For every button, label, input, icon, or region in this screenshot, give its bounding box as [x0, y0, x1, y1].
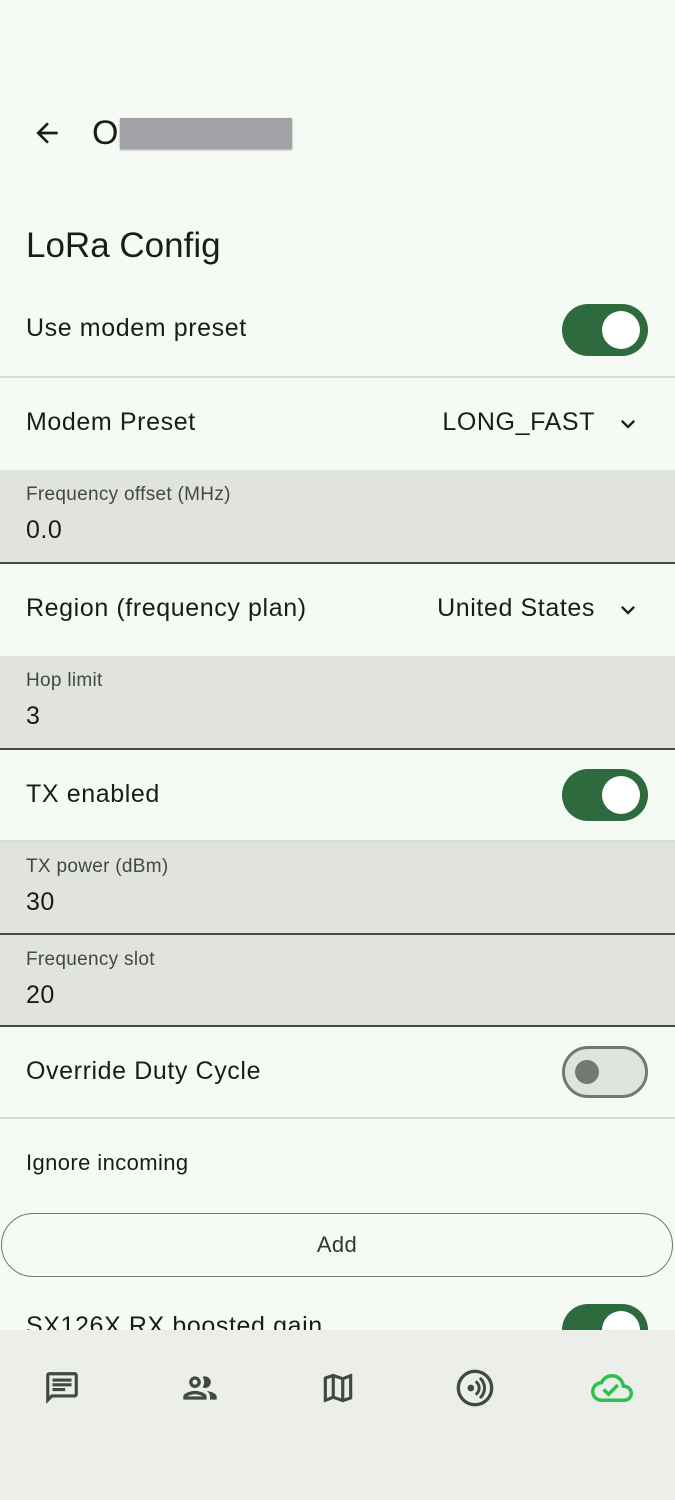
hop-limit-label: Hop limit [26, 670, 103, 691]
ignore-incoming-label: Ignore incoming [26, 1150, 189, 1175]
tx-enabled-switch[interactable] [562, 769, 648, 821]
chevron-down-icon[interactable] [614, 410, 642, 438]
frequency-offset-label: Frequency offset (MHz) [26, 484, 231, 505]
arrow-back-icon [36, 122, 58, 144]
tx-enabled-row[interactable]: TX enabled [0, 750, 675, 840]
frequency-slot-label: Frequency slot [26, 949, 155, 970]
hop-limit-value[interactable]: 3 [26, 702, 40, 731]
top-app-bar: O [0, 0, 675, 190]
tx-power-value[interactable]: 30 [26, 888, 55, 917]
frequency-offset-value[interactable]: 0.0 [26, 516, 62, 545]
region-value[interactable]: United States [437, 594, 595, 623]
frequency-offset-field[interactable]: Frequency offset (MHz) 0.0 [0, 470, 675, 564]
nav-item-settings[interactable] [572, 1362, 652, 1414]
cloud-done-icon [591, 1374, 633, 1402]
tx-power-label: TX power (dBm) [26, 856, 169, 877]
page-title-text: O [92, 113, 119, 152]
redacted-device-name [120, 117, 293, 149]
sx126x-rx-boosted-gain-switch[interactable] [562, 1304, 648, 1330]
tx-enabled-label: TX enabled [26, 780, 160, 808]
radio-nearby-icon [456, 1369, 494, 1407]
nav-item-map[interactable] [298, 1362, 378, 1414]
region-row[interactable]: Region (frequency plan) United States [0, 564, 675, 656]
nav-item-messages[interactable] [22, 1362, 102, 1414]
frequency-slot-value[interactable]: 20 [26, 981, 55, 1010]
override-duty-cycle-label: Override Duty Cycle [26, 1057, 262, 1085]
section-title: LoRa Config [26, 226, 221, 265]
tx-power-field[interactable]: TX power (dBm) 30 [0, 842, 675, 935]
switch-knob [602, 776, 640, 814]
modem-preset-label: Modem Preset [26, 408, 196, 436]
switch-knob [575, 1060, 599, 1084]
use-modem-preset-switch[interactable] [562, 304, 648, 356]
use-modem-preset-label: Use modem preset [26, 314, 247, 342]
chat-icon [46, 1372, 78, 1404]
frequency-slot-field[interactable]: Frequency slot 20 [0, 935, 675, 1027]
nav-item-connections[interactable] [435, 1362, 515, 1414]
modem-preset-value[interactable]: LONG_FAST [442, 408, 595, 437]
switch-knob [602, 1311, 640, 1330]
chevron-down-icon[interactable] [614, 596, 642, 624]
region-label: Region (frequency plan) [26, 594, 307, 622]
add-ignore-button[interactable]: Add [1, 1213, 673, 1277]
sx126x-rx-boosted-gain-row[interactable]: SX126X RX boosted gain [0, 1296, 675, 1330]
modem-preset-row[interactable]: Modem Preset LONG_FAST [0, 378, 675, 470]
divider [0, 1117, 675, 1119]
use-modem-preset-row[interactable]: Use modem preset [0, 284, 675, 376]
override-duty-cycle-switch[interactable] [562, 1046, 648, 1098]
page-title: O [92, 110, 293, 156]
map-icon [323, 1373, 353, 1403]
nav-item-nodes[interactable] [160, 1362, 240, 1414]
hop-limit-field[interactable]: Hop limit 3 [0, 656, 675, 750]
people-icon [183, 1376, 217, 1400]
back-button[interactable] [22, 108, 72, 158]
switch-knob [602, 311, 640, 349]
override-duty-cycle-row[interactable]: Override Duty Cycle [0, 1027, 675, 1117]
sx126x-rx-boosted-gain-label: SX126X RX boosted gain [26, 1312, 323, 1330]
bottom-navigation-bar [0, 1330, 675, 1500]
